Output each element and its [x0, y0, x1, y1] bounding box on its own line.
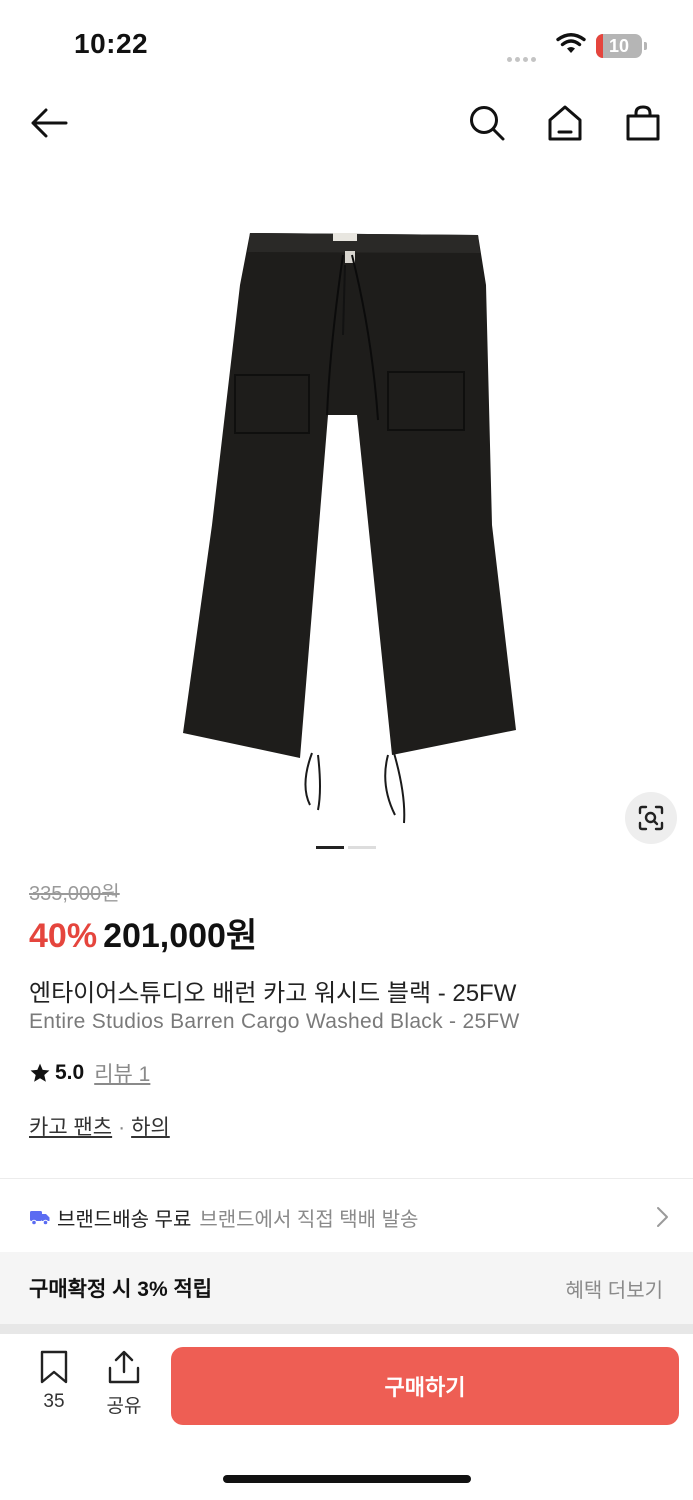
shipping-row[interactable]: 브랜드배송 무료 브랜드에서 직접 택배 발송 — [29, 1200, 669, 1234]
back-button[interactable] — [26, 100, 72, 146]
share-button[interactable]: 공유 — [101, 1350, 147, 1418]
discount-rate: 40% — [29, 917, 98, 955]
cart-button[interactable] — [620, 100, 666, 146]
section-divider-thick — [0, 1324, 693, 1334]
search-button[interactable] — [464, 100, 510, 146]
section-divider — [0, 1178, 693, 1179]
chevron-right-icon — [657, 1207, 668, 1227]
price-row: 40% 201,000원 — [29, 908, 257, 957]
battery-icon: 10 — [596, 34, 647, 58]
product-name-english: Entire Studios Barren Cargo Washed Black… — [29, 1010, 520, 1033]
rating-score: 5.0 — [55, 1061, 85, 1084]
bookmark-button[interactable]: 35 — [31, 1350, 77, 1413]
category-breadcrumb: 카고 팬츠 · 하의 — [29, 1111, 170, 1141]
search-icon — [470, 106, 505, 141]
signal-dots-icon — [507, 49, 539, 67]
product-image — [183, 233, 516, 824]
benefit-row[interactable]: 구매확정 시 3% 적립 혜택 더보기 — [0, 1252, 693, 1324]
gallery-pagination — [316, 836, 380, 854]
review-link[interactable]: 리뷰 1 — [94, 1058, 150, 1088]
rating-row: 5.0 리뷰 1 — [29, 1058, 150, 1088]
pagination-dot-active — [316, 846, 344, 849]
product-image-gallery[interactable] — [0, 165, 693, 855]
category-separator: · — [118, 1116, 126, 1139]
category-link-cargo-pants[interactable]: 카고 팬츠 — [29, 1116, 112, 1139]
lens-search-button[interactable] — [625, 792, 677, 844]
home-button[interactable] — [542, 100, 588, 146]
product-name-korean: 엔타이어스튜디오 배런 카고 워시드 블랙 - 25FW — [29, 980, 517, 1007]
category-link-bottoms[interactable]: 하의 — [131, 1116, 170, 1139]
shopping-bag-icon — [626, 105, 660, 141]
wifi-icon — [556, 33, 586, 53]
battery-level: 10 — [608, 36, 630, 56]
share-icon — [108, 1350, 140, 1384]
lens-search-icon — [638, 805, 664, 831]
status-bar: 10:22 10 — [0, 0, 693, 90]
delivery-truck-icon — [30, 1211, 50, 1226]
bookmark-count: 35 — [43, 1391, 65, 1412]
shipping-title: 브랜드배송 무료 — [57, 1208, 192, 1231]
shipping-description: 브랜드에서 직접 택배 발송 — [199, 1208, 419, 1231]
star-icon — [30, 1063, 50, 1082]
original-price: 335,000원 — [29, 883, 120, 905]
home-indicator — [223, 1475, 471, 1483]
buy-button[interactable]: 구매하기 — [171, 1347, 679, 1425]
status-time: 10:22 — [74, 28, 149, 59]
bookmark-icon — [40, 1350, 68, 1384]
sale-price: 201,000원 — [103, 917, 258, 955]
home-icon — [548, 105, 582, 141]
back-arrow-icon — [31, 108, 68, 138]
benefit-title: 구매확정 시 3% 적립 — [29, 1278, 213, 1301]
benefit-more-link[interactable]: 혜택 더보기 — [565, 1274, 663, 1303]
pagination-dot — [348, 846, 376, 849]
share-label: 공유 — [106, 1396, 142, 1417]
